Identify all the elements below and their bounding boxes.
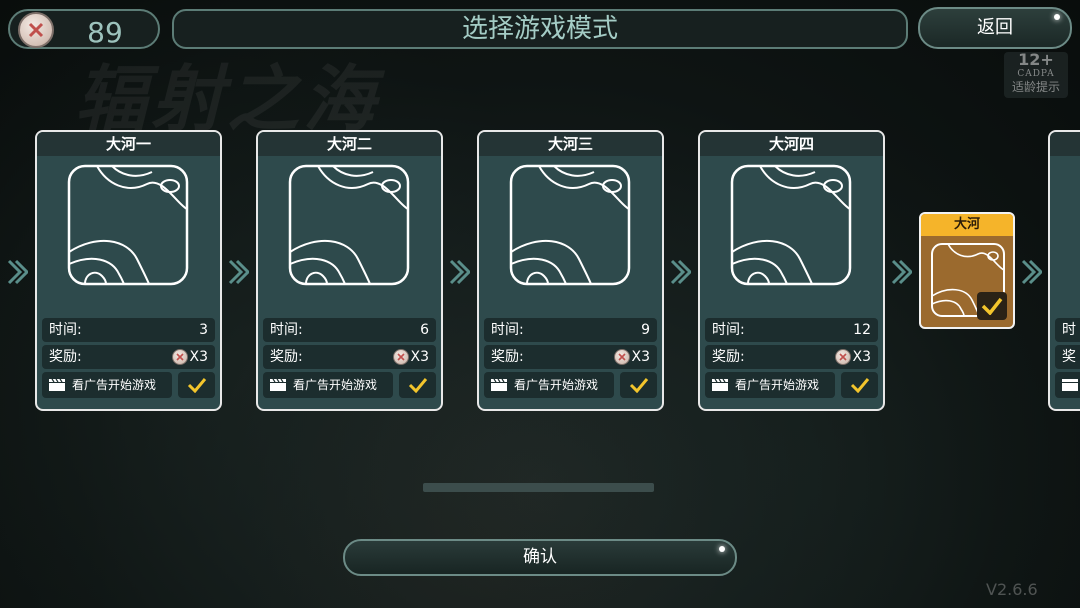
coin-icon [392,349,409,365]
reward-label: 奖励: [712,349,745,365]
coin-icon [613,349,630,365]
watch-ad-button[interactable]: 看广告开始游戏 [484,372,614,398]
reward-row: 奖 [1055,345,1080,369]
clapperboard-icon [491,378,507,391]
select-check-button[interactable] [178,372,215,398]
card-title: 大河三 [479,132,662,156]
watch-ad-label: 看广告开始游戏 [735,378,820,392]
clapperboard-icon [49,378,65,391]
coin-icon [834,349,851,365]
time-row: 时间: 3 [42,318,215,342]
reward-row: 奖励: X3 [705,345,878,369]
reward-label: 奖励: [49,349,82,365]
time-value: 6 [420,322,429,338]
coin-icon [18,12,54,48]
back-button[interactable]: 返回 [918,7,1072,49]
reward-label: 奖励: [491,349,524,365]
mode-card-3[interactable]: 大河三 时间: 9 奖励: X3 看广告开始游戏 [477,130,664,411]
card-title: 大河二 [258,132,441,156]
version-label: V2.6.6 [986,580,1038,599]
reward-row: 奖励: X3 [42,345,215,369]
watch-ad-label: 看广告开始游戏 [72,378,157,392]
reward-value: X3 [171,345,209,369]
age-rating-tip: 适龄提示 [1011,80,1060,94]
chevron-right-icon [228,259,249,285]
confirm-button[interactable]: 确认 [343,539,737,576]
reward-label: 奖励: [270,349,303,365]
map-icon [730,164,852,286]
chevron-right-icon [891,259,912,285]
reward-multiplier: X3 [189,349,209,365]
mode-card-2[interactable]: 大河二 时间: 6 奖励: X3 看广告开始游戏 [256,130,443,411]
watch-ad-label: 看广告开始游戏 [514,378,599,392]
watch-ad-button[interactable]: 看广告开始游戏 [42,372,172,398]
watch-ad-button[interactable] [1055,372,1080,398]
checkmark-icon [850,378,869,393]
reward-value: X3 [834,345,872,369]
reward-multiplier: X3 [410,349,430,365]
sparkle-icon [719,546,725,552]
selected-card-title: 大河 [921,214,1013,236]
time-label: 时间: [270,322,303,338]
confirm-button-label: 确认 [523,547,557,567]
reward-row: 奖励: X3 [484,345,657,369]
checkmark-icon [187,378,206,393]
mode-card-5-partial[interactable]: 时 奖 [1048,130,1080,411]
age-rating-org: CADPA [1017,69,1055,79]
currency-display: 89 [8,9,160,49]
page-title: 选择游戏模式 [172,9,908,49]
card-title: 大河一 [37,132,220,156]
card-title [1050,132,1080,156]
time-row: 时间: 9 [484,318,657,342]
chevron-right-icon [670,259,691,285]
watch-ad-button[interactable]: 看广告开始游戏 [263,372,393,398]
select-check-button[interactable] [841,372,878,398]
currency-count: 89 [87,16,123,49]
map-icon [288,164,410,286]
checkmark-icon [629,378,648,393]
map-icon [67,164,189,286]
watch-ad-button[interactable]: 看广告开始游戏 [705,372,835,398]
chevron-right-icon [7,259,28,285]
mode-card-4[interactable]: 大河四 时间: 12 奖励: X3 看广告开始游戏 [698,130,885,411]
time-value: 9 [641,322,650,338]
map-icon [509,164,631,286]
back-button-label: 返回 [977,17,1013,38]
time-label: 时间: [712,322,745,338]
card-title: 大河四 [700,132,883,156]
time-label: 时间: [491,322,524,338]
watch-ad-label: 看广告开始游戏 [293,378,378,392]
mode-card-1[interactable]: 大河一 时间: 3 奖励: X3 看广告开始游戏 [35,130,222,411]
sparkle-icon [1054,14,1060,20]
time-label: 时 [1062,322,1076,338]
checkmark-icon [408,378,427,393]
reward-multiplier: X3 [852,349,872,365]
select-check-button[interactable] [620,372,657,398]
selected-check-box [977,292,1007,320]
clapperboard-icon [712,378,728,391]
checkmark-icon [981,297,1003,315]
time-row: 时间: 12 [705,318,878,342]
reward-row: 奖励: X3 [263,345,436,369]
clapperboard-icon [270,378,286,391]
selected-mode-card[interactable]: 大河 [919,212,1015,329]
time-row: 时间: 6 [263,318,436,342]
horizontal-scrollbar[interactable] [423,483,654,492]
time-value: 12 [853,322,871,338]
reward-multiplier: X3 [631,349,651,365]
chevron-right-icon [449,259,470,285]
clapperboard-icon [1062,379,1078,391]
time-label: 时间: [49,322,82,338]
reward-value: X3 [392,345,430,369]
reward-label: 奖 [1062,349,1076,365]
age-rating-number: 12+ [1018,50,1054,69]
time-value: 3 [199,322,208,338]
age-rating-badge: 12+ CADPA 适龄提示 [1004,52,1068,98]
chevron-right-icon [1021,259,1042,285]
reward-value: X3 [613,345,651,369]
select-check-button[interactable] [399,372,436,398]
time-row: 时 [1055,318,1080,342]
coin-icon [171,349,188,365]
